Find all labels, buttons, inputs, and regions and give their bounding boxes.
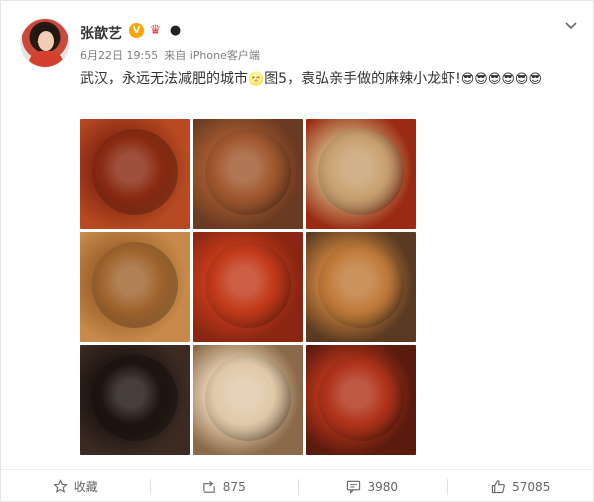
repost-icon — [203, 480, 215, 493]
food-photo[interactable] — [306, 232, 416, 342]
food-photo[interactable] — [306, 119, 416, 229]
food-photo[interactable] — [193, 345, 303, 455]
vip-crown-icon[interactable]: ♛ — [147, 23, 164, 38]
chevron-down-icon[interactable] — [563, 17, 579, 33]
post-meta: 6月22日 19:55 来自 iPhone客户端 — [80, 47, 266, 63]
like-count: 57085 — [512, 479, 551, 494]
repost-count: 875 — [222, 479, 246, 494]
post-source: 来自 iPhone客户端 — [164, 49, 260, 62]
like-button[interactable]: 57085 — [446, 470, 594, 502]
comment-button[interactable]: 3980 — [298, 470, 447, 502]
user-name[interactable]: 张歆艺 — [80, 23, 122, 43]
post-text-part1: 武汉，永远无法减肥的城市 — [80, 71, 248, 87]
user-badges: V ♛ ● — [129, 23, 184, 38]
sunglasses-emoji-icon: 😎😎😎😎😎😎 — [460, 72, 543, 87]
verified-v-icon[interactable]: V — [129, 23, 144, 38]
food-photo[interactable] — [306, 345, 416, 455]
food-photo[interactable] — [80, 345, 190, 455]
weibo-post-card: 张歆艺 V ♛ ● 6月22日 19:55 来自 iPhone客户端 武汉，永远无… — [0, 0, 594, 502]
comment-icon — [347, 480, 361, 494]
post-text: 武汉，永远无法减肥的城市🌝图5，袁弘亲手做的麻辣小龙虾!😎😎😎😎😎😎 — [80, 68, 585, 91]
favorite-label: 收藏 — [73, 480, 98, 494]
moon-emoji-icon: 🌝 — [248, 72, 265, 87]
user-avatar[interactable] — [20, 18, 70, 68]
food-photo[interactable] — [80, 119, 190, 229]
comment-count: 3980 — [367, 479, 399, 494]
repost-button[interactable]: 875 — [149, 470, 299, 502]
photo-grid — [80, 119, 416, 455]
favorite-button[interactable]: 收藏 — [1, 470, 150, 502]
post-date[interactable]: 6月22日 19:55 — [80, 49, 158, 62]
panda-icon[interactable]: ● — [167, 23, 184, 38]
food-photo[interactable] — [193, 119, 303, 229]
thumbs-up-icon — [492, 480, 505, 494]
star-icon — [53, 479, 68, 493]
food-photo[interactable] — [80, 232, 190, 342]
food-photo[interactable] — [193, 232, 303, 342]
action-bar: 收藏 875 3980 57085 — [1, 469, 594, 502]
post-text-part2: 图5，袁弘亲手做的麻辣小龙虾! — [264, 71, 461, 87]
